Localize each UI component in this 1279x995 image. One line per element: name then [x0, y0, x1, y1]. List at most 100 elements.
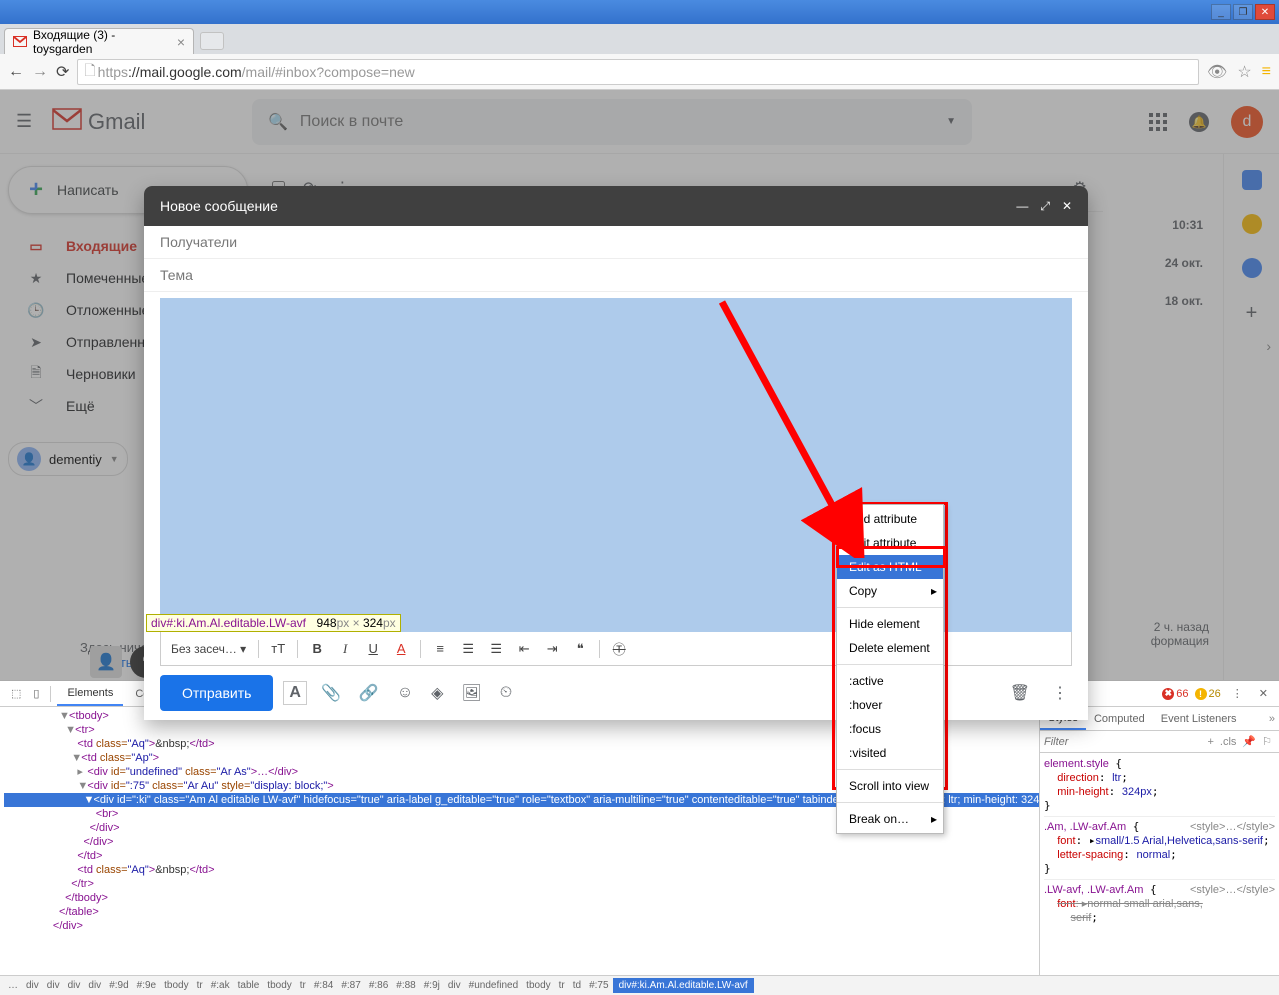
underline-button[interactable]: U: [362, 639, 384, 658]
ctx-break-on[interactable]: Break on…: [837, 807, 943, 831]
recipients-field[interactable]: Получатели: [144, 226, 1088, 259]
breadcrumb-item[interactable]: #:88: [392, 980, 419, 991]
devtools-close-icon[interactable]: ✕: [1254, 685, 1273, 702]
breadcrumb-item[interactable]: #:9e: [133, 980, 160, 991]
warning-count[interactable]: !26: [1195, 688, 1221, 700]
breadcrumb-item[interactable]: td: [569, 980, 585, 991]
formatting-toggle-icon[interactable]: A: [283, 681, 307, 705]
breadcrumb-item[interactable]: tbody: [522, 980, 554, 991]
breadcrumb-item[interactable]: …: [4, 980, 22, 991]
dom-breadcrumbs[interactable]: …divdivdivdiv#:9d#:9etbodytr#:aktabletbo…: [0, 975, 1279, 995]
bookmark-star-icon[interactable]: ☆: [1237, 62, 1251, 82]
breadcrumb-item[interactable]: div: [22, 980, 43, 991]
breadcrumb-item[interactable]: #:ak: [207, 980, 234, 991]
breadcrumb-item[interactable]: #:75: [585, 980, 612, 991]
ctx-hover[interactable]: :hover: [837, 693, 943, 717]
tab-elements[interactable]: Elements: [57, 682, 123, 706]
font-size-button[interactable]: тТ: [267, 639, 289, 658]
reload-button[interactable]: ⟳: [56, 62, 69, 82]
back-button[interactable]: ←: [8, 63, 24, 81]
ctx-hide-element[interactable]: Hide element: [837, 612, 943, 636]
compose-minimize-icon[interactable]: —: [1016, 199, 1028, 214]
breadcrumb-item[interactable]: tbody: [263, 980, 295, 991]
computed-tab[interactable]: Computed: [1086, 709, 1153, 729]
ctx-active[interactable]: :active: [837, 669, 943, 693]
chrome-menu-icon[interactable]: ≡: [1262, 63, 1271, 81]
italic-button[interactable]: I: [334, 639, 356, 659]
breadcrumb-item[interactable]: #:86: [365, 980, 392, 991]
breadcrumb-item[interactable]: #:84: [310, 980, 337, 991]
confidential-mode-icon[interactable]: ⏲: [496, 680, 516, 706]
insert-emoji-icon[interactable]: ☺: [393, 680, 417, 706]
new-style-rule-icon[interactable]: +: [1204, 736, 1216, 748]
subject-field[interactable]: Тема: [144, 259, 1088, 292]
ctx-copy[interactable]: Copy: [837, 579, 943, 603]
address-bar[interactable]: 🗋 https://mail.google.com/mail/#inbox?co…: [77, 59, 1199, 85]
insert-photo-icon[interactable]: 🖼: [457, 679, 485, 707]
devtools-panel: ⬚ ▯ Elements Console Sources Network Tim…: [0, 680, 1279, 995]
breadcrumb-item[interactable]: tr: [296, 980, 310, 991]
extension-icon[interactable]: 👁: [1207, 62, 1227, 82]
ctx-add-attribute[interactable]: Add attribute: [837, 507, 943, 531]
bold-button[interactable]: B: [306, 639, 328, 658]
breadcrumb-selected[interactable]: div#:ki.Am.Al.editable.LW-avf: [613, 978, 754, 993]
ctx-visited[interactable]: :visited: [837, 741, 943, 765]
breadcrumb-item[interactable]: tbody: [160, 980, 192, 991]
devtools-context-menu: Add attribute Edit attribute Edit as HTM…: [836, 504, 944, 834]
breadcrumb-item[interactable]: div: [444, 980, 465, 991]
window-minimize-button[interactable]: _: [1211, 4, 1231, 20]
insert-drive-icon[interactable]: ◈: [427, 679, 447, 707]
quote-button[interactable]: ❝: [569, 639, 591, 659]
insert-link-icon[interactable]: 🔗: [355, 679, 383, 707]
remove-formatting-button[interactable]: Ⓣ: [608, 637, 630, 660]
browser-tab-title: Входящие (3) - toysgarden: [33, 28, 177, 56]
ctx-delete-element[interactable]: Delete element: [837, 636, 943, 660]
pin-icon[interactable]: 📌: [1239, 735, 1259, 748]
tab-close-icon[interactable]: ×: [177, 34, 185, 50]
css-rules[interactable]: element.style { direction: ltr; min-heig…: [1040, 753, 1279, 975]
text-color-button[interactable]: A: [390, 639, 412, 658]
page-info-icon[interactable]: 🗋: [84, 60, 95, 84]
breadcrumb-item[interactable]: #:9j: [420, 980, 444, 991]
outdent-button[interactable]: ⇤: [513, 639, 535, 659]
compose-popout-icon[interactable]: ⤢: [1040, 199, 1050, 214]
numbered-list-button[interactable]: ☰: [457, 639, 479, 659]
more-options-icon[interactable]: ⋮: [1048, 679, 1072, 707]
compose-close-icon[interactable]: ✕: [1062, 199, 1072, 214]
align-button[interactable]: ≡: [429, 639, 451, 658]
inspect-element-icon[interactable]: ⬚: [6, 685, 26, 702]
breadcrumb-item[interactable]: tr: [555, 980, 569, 991]
ctx-focus[interactable]: :focus: [837, 717, 943, 741]
breadcrumb-item[interactable]: #undefined: [465, 980, 523, 991]
event-listeners-tab[interactable]: Event Listeners: [1153, 709, 1245, 729]
gmail-favicon-icon: [13, 35, 27, 49]
toggle-element-state-icon[interactable]: ⚐: [1259, 735, 1275, 748]
bullet-list-button[interactable]: ☰: [485, 639, 507, 659]
ctx-scroll-into-view[interactable]: Scroll into view: [837, 774, 943, 798]
font-family-select[interactable]: Без засеч… ▾: [167, 640, 250, 658]
new-tab-button[interactable]: [200, 32, 224, 50]
indent-button[interactable]: ⇥: [541, 639, 563, 659]
breadcrumb-item[interactable]: div: [43, 980, 64, 991]
attach-file-icon[interactable]: 📎: [317, 679, 345, 707]
breadcrumb-item[interactable]: tr: [193, 980, 207, 991]
styles-filter-input[interactable]: [1044, 736, 1204, 748]
toggle-classes-button[interactable]: .cls: [1217, 736, 1240, 748]
ctx-edit-attribute[interactable]: Edit attribute: [837, 531, 943, 555]
breadcrumb-item[interactable]: div: [64, 980, 85, 991]
window-close-button[interactable]: ✕: [1255, 4, 1275, 20]
window-maximize-button[interactable]: ❐: [1233, 4, 1253, 20]
compose-header[interactable]: Новое сообщение — ⤢ ✕: [144, 186, 1088, 226]
browser-tab[interactable]: Входящие (3) - toysgarden ×: [4, 28, 194, 54]
discard-draft-icon[interactable]: 🗑: [1006, 679, 1034, 707]
forward-button[interactable]: →: [32, 63, 48, 81]
ctx-edit-as-html[interactable]: Edit as HTML: [837, 555, 943, 579]
device-toggle-icon[interactable]: ▯: [28, 685, 44, 702]
breadcrumb-item[interactable]: div: [84, 980, 105, 991]
devtools-menu-icon[interactable]: ⋮: [1227, 685, 1248, 702]
error-count[interactable]: ✖66: [1162, 688, 1188, 700]
breadcrumb-item[interactable]: #:87: [337, 980, 364, 991]
breadcrumb-item[interactable]: table: [234, 980, 264, 991]
send-button[interactable]: Отправить: [160, 675, 273, 711]
breadcrumb-item[interactable]: #:9d: [105, 980, 132, 991]
